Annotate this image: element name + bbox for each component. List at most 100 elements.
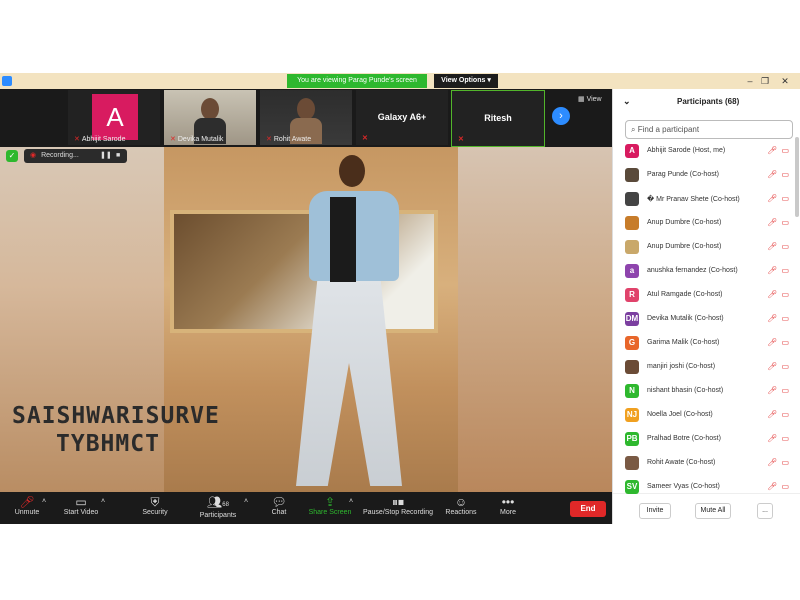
close-button[interactable]: ✕ xyxy=(778,74,792,88)
participant-name: Abhijit Sarode (Host, me) xyxy=(647,147,726,154)
mic-muted-icon: 🎤︎ xyxy=(767,218,778,227)
reactions-button[interactable]: ☺ Reactions xyxy=(444,495,478,521)
tile-name: ✕ Rohit Awate xyxy=(266,136,312,143)
minimize-button[interactable]: – xyxy=(743,74,757,88)
mic-muted-icon: 🎤︎ xyxy=(767,314,778,323)
stop-recording-icon[interactable]: ■ xyxy=(116,149,120,163)
participant-row[interactable]: Anup Dumbre (Co-host) 🎤︎ ▭ xyxy=(613,211,793,235)
participant-video-strip: A ✕ Abhijit Sarode ✕ Devika Mutalik ✕ Rohit… xyxy=(0,89,612,147)
shield-icon: ⛨ xyxy=(150,495,160,509)
invite-button[interactable]: Invite xyxy=(639,503,671,519)
meeting-toolbar: 🎤︎ Unmute ˄ ▭ Start Video ˄ ⛨ Security 👥… xyxy=(0,492,612,524)
avatar: NJ xyxy=(625,408,639,422)
participants-caret-icon[interactable]: ˄ xyxy=(244,498,248,505)
video-tile-devika[interactable]: ✕ Devika Mutalik xyxy=(164,90,256,145)
avatar: A xyxy=(92,94,138,140)
collapse-panel-chevron-icon[interactable]: ⌄ xyxy=(623,96,631,107)
participant-row[interactable]: G Garima Malik (Co-host) 🎤︎ ▭ xyxy=(613,331,793,355)
share-screen-label: Share Screen xyxy=(308,509,352,516)
participant-row[interactable]: SV Sameer Vyas (Co-host) 🎤︎ ▭ xyxy=(613,475,793,499)
participant-name: Pralhad Botre (Co-host) xyxy=(647,435,721,442)
video-off-icon: ▭ xyxy=(781,146,789,155)
participant-row[interactable]: Nnishant bhasin (Co-host) 🎤︎ ▭ xyxy=(613,379,793,403)
video-options-caret-icon[interactable]: ˄ xyxy=(101,498,105,505)
participant-row[interactable]: R Atul Ramgade (Co-host) 🎤︎ ▭ xyxy=(613,283,793,307)
video-tile-ritesh[interactable]: Ritesh ✕ xyxy=(451,90,545,147)
mute-all-button[interactable]: Mute All xyxy=(695,503,731,519)
start-video-button[interactable]: ▭ Start Video xyxy=(60,495,102,521)
participant-row[interactable]: manjiri joshi (Co-host) 🎤︎ ▭ xyxy=(613,355,793,379)
more-button[interactable]: ••• More xyxy=(494,495,522,521)
participant-status-icons: 🎤︎ ▭ xyxy=(767,146,789,155)
share-screen-icon: ⇪ xyxy=(324,495,336,509)
view-button[interactable]: ▦ View xyxy=(578,95,602,103)
mic-muted-icon: 🎤︎ xyxy=(767,338,778,347)
avatar: A xyxy=(625,144,639,158)
video-off-icon: ▭ xyxy=(781,194,789,203)
video-blur-right xyxy=(458,147,612,492)
mic-muted-icon: 🎤︎ xyxy=(767,482,778,491)
mic-muted-icon: 🎤︎ xyxy=(767,146,778,155)
participant-row[interactable]: Rohit Awate (Co-host) 🎤︎ ▭ xyxy=(613,451,793,475)
participant-status-icons: 🎤︎ ▭ xyxy=(767,362,789,371)
pause-stop-recording-button[interactable]: ⏸︎⏹︎ Pause/Stop Recording xyxy=(362,495,434,521)
avatar: R xyxy=(625,288,639,302)
participant-name: Atul Ramgade (Co-host) xyxy=(647,291,723,298)
video-off-icon: ▭ xyxy=(781,362,789,371)
more-label: More xyxy=(500,509,516,516)
recording-label: Recording... xyxy=(41,152,79,159)
tile-name: ✕ Abhijit Sarode xyxy=(74,136,126,143)
more-options-button[interactable]: ... xyxy=(757,503,773,519)
video-person-head xyxy=(297,98,315,120)
pause-recording-icon[interactable]: ❚❚ xyxy=(100,149,112,163)
video-off-icon: ▭ xyxy=(781,338,789,347)
viewing-screen-banner: You are viewing Parag Punde's screen xyxy=(287,74,427,88)
next-page-arrow-icon[interactable]: › xyxy=(552,107,570,125)
dancer-head xyxy=(339,155,365,187)
participant-row[interactable]: DM Devika Mutalik (Co-host) 🎤︎ ▭ xyxy=(613,307,793,331)
mic-muted-icon: 🎤︎ xyxy=(19,495,35,509)
participant-status-icons: 🎤︎ ▭ xyxy=(767,410,789,419)
participant-status-icons: 🎤︎ ▭ xyxy=(767,314,789,323)
participants-button[interactable]: 👥︎68 Participants xyxy=(196,495,240,521)
video-person-head xyxy=(201,98,219,120)
video-off-icon: ▭ xyxy=(781,218,789,227)
participant-row[interactable]: PB Pralhad Botre (Co-host) 🎤︎ ▭ xyxy=(613,427,793,451)
panel-header: ⌄ Participants (68) xyxy=(613,89,800,113)
avatar: DM xyxy=(625,312,639,326)
unmute-button[interactable]: 🎤︎ Unmute xyxy=(10,495,44,521)
security-button[interactable]: ⛨ Security xyxy=(138,495,172,521)
view-options-button[interactable]: View Options ▾ xyxy=(434,74,498,88)
video-off-icon: ▭ xyxy=(781,242,789,251)
participant-row[interactable]: A Abhijit Sarode (Host, me) 🎤︎ ▭ xyxy=(613,139,793,163)
participant-row[interactable]: Anup Dumbre (Co-host) 🎤︎ ▭ xyxy=(613,235,793,259)
participant-row[interactable]: NJ Noella Joel (Co-host) 🎤︎ ▭ xyxy=(613,403,793,427)
video-caption: SAISHWARISURVE TYBHMCT xyxy=(12,403,220,457)
tile-name: ✕ Devika Mutalik xyxy=(170,136,224,143)
mic-muted-icon: 🎤︎ xyxy=(767,290,778,299)
share-screen-button[interactable]: ⇪ Share Screen xyxy=(308,495,352,521)
restore-button[interactable]: ❐ xyxy=(758,74,772,88)
video-tile-abhijit[interactable]: A ✕ Abhijit Sarode xyxy=(68,90,160,145)
share-options-caret-icon[interactable]: ˄ xyxy=(349,498,353,505)
participant-row[interactable]: � Mr Pranav Shete (Co-host) 🎤︎ ▭ xyxy=(613,187,793,211)
participant-row[interactable]: a anushka fernandez (Co-host) 🎤︎ ▭ xyxy=(613,259,793,283)
chat-button[interactable]: 💬︎ Chat xyxy=(264,495,294,521)
avatar xyxy=(625,456,639,470)
tile-title: Ritesh xyxy=(484,113,512,123)
participant-search-input[interactable]: ⌕ Find a participant xyxy=(625,120,793,139)
end-meeting-button[interactable]: End xyxy=(570,501,606,517)
mic-muted-icon: ✕ xyxy=(362,135,368,142)
video-tile-galaxy[interactable]: Galaxy A6+ ✕ xyxy=(356,90,448,145)
participant-status-icons: 🎤︎ ▭ xyxy=(767,338,789,347)
security-shield-icon[interactable]: ✓ xyxy=(6,150,18,162)
video-tile-rohit[interactable]: ✕ Rohit Awate xyxy=(260,90,352,145)
search-icon: ⌕ xyxy=(631,125,636,134)
video-off-icon: ▭ xyxy=(781,170,789,179)
participant-status-icons: 🎤︎ ▭ xyxy=(767,290,789,299)
audio-options-caret-icon[interactable]: ˄ xyxy=(42,498,46,505)
banner-text: You are viewing Parag Punde's screen xyxy=(297,77,417,84)
participant-status-icons: 🎤︎ ▭ xyxy=(767,194,789,203)
participant-row[interactable]: Parag Punde (Co-host) 🎤︎ ▭ xyxy=(613,163,793,187)
participants-scrollbar[interactable] xyxy=(795,137,799,217)
